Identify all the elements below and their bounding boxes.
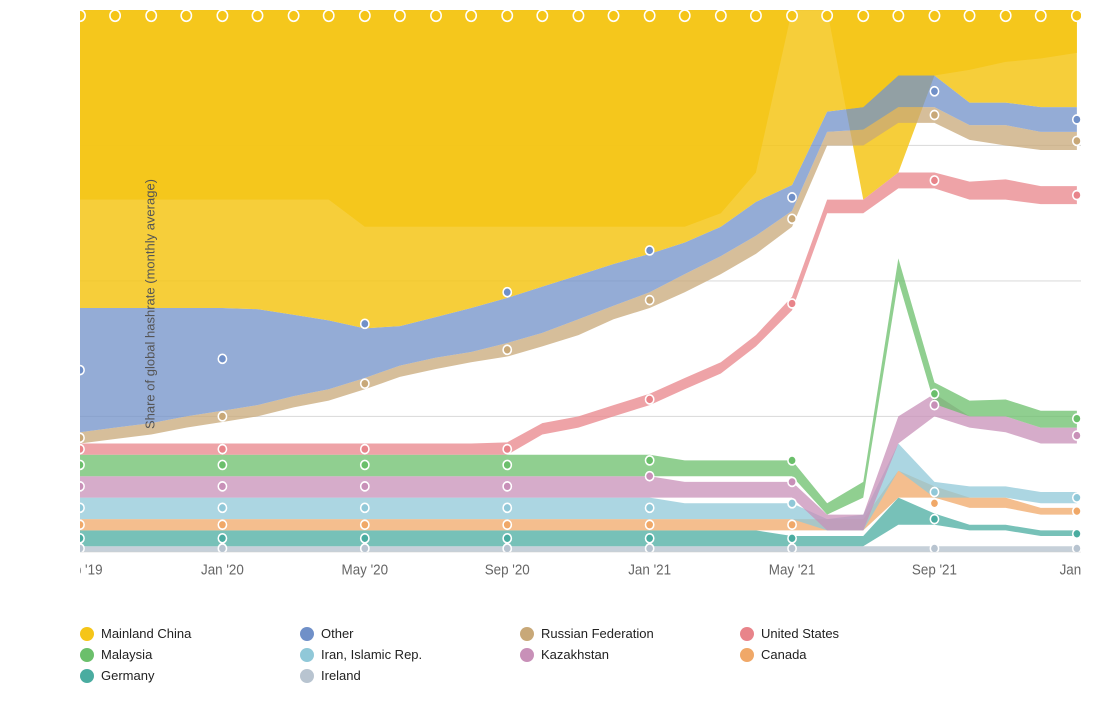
legend-item-germany: Germany [80,668,300,683]
germany-dot [80,669,94,683]
ireland-dot [300,669,314,683]
legend-row-1: Mainland China Other Russian Federation … [80,626,1091,641]
svg-text:Sep '19: Sep '19 [80,561,103,578]
ireland-area [80,546,1077,552]
iran-label: Iran, Islamic Rep. [321,647,422,662]
kazakhstan-label: Kazakhstan [541,647,609,662]
svg-text:Jan '22: Jan '22 [1060,561,1081,578]
other-label: Other [321,626,354,641]
germany-label: Germany [101,668,154,683]
chart-area: Share of global hashrate (monthly averag… [80,10,1081,597]
legend-item-china: Mainland China [80,626,300,641]
legend-item-canada: Canada [740,647,960,662]
legend-item-usa: United States [740,626,960,641]
russia-dot [520,627,534,641]
iran-dot [300,648,314,662]
russia-label: Russian Federation [541,626,654,641]
legend-row-3: Germany Ireland [80,668,1091,683]
china-dot [80,627,94,641]
other-dot [300,627,314,641]
legend-item-malaysia: Malaysia [80,647,300,662]
svg-text:Sep '20: Sep '20 [485,561,530,578]
legend-item-other: Other [300,626,520,641]
usa-label: United States [761,626,839,641]
canada-dot [740,648,754,662]
main-chart: 100% 75% 50% 25% 0% Sep '19 Jan '20 May … [80,10,1081,597]
chart-container: Share of global hashrate (monthly averag… [0,0,1111,707]
svg-text:Jan '20: Jan '20 [201,561,244,578]
china-label: Mainland China [101,626,191,641]
svg-text:Sep '21: Sep '21 [912,561,957,578]
malaysia-label: Malaysia [101,647,152,662]
y-axis-label: Share of global hashrate (monthly averag… [143,178,158,428]
legend-area: Mainland China Other Russian Federation … [20,597,1091,707]
usa-dot [740,627,754,641]
legend-row-2: Malaysia Iran, Islamic Rep. Kazakhstan C… [80,647,1091,662]
canada-label: Canada [761,647,807,662]
legend-item-iran: Iran, Islamic Rep. [300,647,520,662]
legend-item-ireland: Ireland [300,668,520,683]
kazakhstan-dot [520,648,534,662]
svg-text:Jan '21: Jan '21 [628,561,671,578]
svg-text:May '20: May '20 [342,561,389,578]
ireland-label: Ireland [321,668,361,683]
legend-item-kazakhstan: Kazakhstan [520,647,740,662]
svg-text:May '21: May '21 [769,561,816,578]
malaysia-dot [80,648,94,662]
legend-item-russia: Russian Federation [520,626,740,641]
